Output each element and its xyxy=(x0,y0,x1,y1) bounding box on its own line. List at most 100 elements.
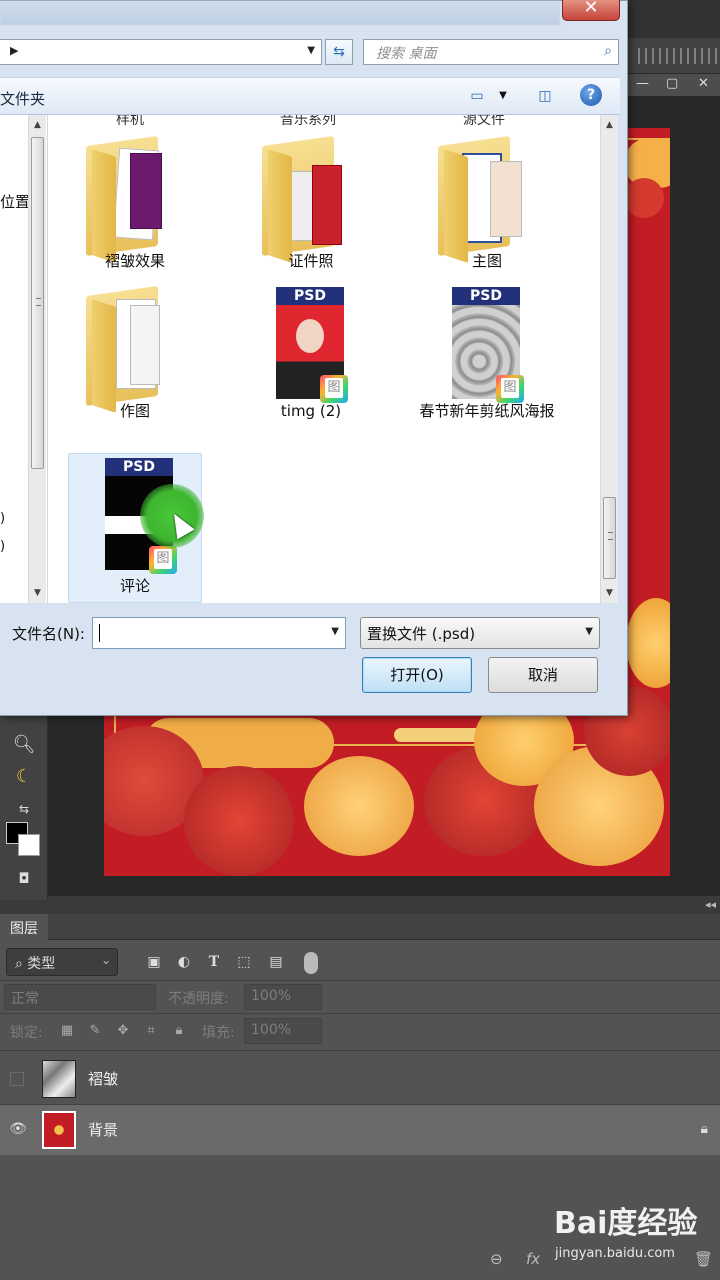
eye-icon[interactable]: 👁︎ xyxy=(8,1121,28,1139)
image-badge-icon xyxy=(496,375,524,403)
filter-kind-label: 类型 xyxy=(27,956,56,972)
banana-icon[interactable]: ☾ xyxy=(0,762,48,792)
search-icon: ⌕ xyxy=(604,43,612,59)
new-folder-button[interactable]: 文件夹 xyxy=(0,88,45,109)
filename-label: 文件名(N): xyxy=(12,625,85,643)
nav-item-label[interactable]: 位置 xyxy=(0,191,30,212)
file-list: 样机 音乐系列 源文件 褶皱效果 证件照 主图 作图 PSD 图 timg (2… xyxy=(48,115,600,603)
lock-brush-icon[interactable]: ✎ xyxy=(86,1022,104,1040)
scroll-thumb[interactable] xyxy=(603,497,616,579)
folder-icon xyxy=(262,135,352,263)
lock-all-icon[interactable]: 🔒︎ xyxy=(170,1022,188,1040)
folder-item[interactable]: 证件照 xyxy=(244,129,378,279)
shape-filter-icon[interactable]: ⬚ xyxy=(234,952,254,972)
layer-name: 褶皱 xyxy=(88,1070,119,1088)
scroll-down-icon[interactable]: ▼ xyxy=(601,585,618,601)
pixel-filter-icon[interactable]: ▣ xyxy=(144,952,164,972)
adjustment-filter-icon[interactable]: ◐ xyxy=(174,952,194,972)
chevron-right-icon: ▶ xyxy=(10,44,19,57)
chevron-down-icon[interactable]: ▼ xyxy=(492,86,514,106)
folder-item[interactable]: 主图 xyxy=(420,129,554,279)
peony-flowers xyxy=(104,686,670,876)
layer-name: 背景 xyxy=(88,1121,119,1139)
file-name: 褶皱效果 xyxy=(104,252,165,270)
visibility-toggle[interactable] xyxy=(10,1072,24,1086)
file-name: 春节新年剪纸风海报 xyxy=(419,402,555,420)
lock-icon: 🔒︎ xyxy=(700,1121,708,1137)
search-input[interactable]: 搜索 桌面 ⌕ xyxy=(363,39,619,65)
nav-item-fragment: ) xyxy=(0,539,6,554)
filter-toggle[interactable] xyxy=(304,952,318,974)
panel-collapse-bar[interactable]: ◂◂ xyxy=(0,898,720,914)
file-list-scrollbar[interactable]: ▲ ▼ xyxy=(600,115,618,603)
image-badge-icon xyxy=(149,546,177,574)
cut-off-label: 源文件 xyxy=(463,115,505,128)
background-color[interactable] xyxy=(18,834,40,856)
open-file-dialog: ✕ ▶ ▼ ⇆ 搜索 桌面 ⌕ 文件夹 ▭ ▼ ◫ ? 位置 ) ) ▲ ▼ 样… xyxy=(0,0,628,716)
search-icon: ⌕ xyxy=(15,956,28,972)
divider xyxy=(0,1050,720,1051)
layer-row-background[interactable]: 👁︎ 背景 🔒︎ xyxy=(0,1105,720,1155)
tab-layers[interactable]: 图层 xyxy=(0,914,48,940)
lock-artboard-icon[interactable]: ⌗ xyxy=(142,1022,160,1040)
fx-icon[interactable]: fx xyxy=(526,1250,540,1268)
close-button[interactable]: ✕ xyxy=(562,0,620,21)
psd-label: PSD xyxy=(276,287,344,305)
divider xyxy=(0,980,720,981)
smart-object-filter-icon[interactable]: ▤ xyxy=(266,952,286,972)
layers-footer: ⊖ fx 🗑︎ xyxy=(0,1240,720,1280)
chevron-down-icon: ▼ xyxy=(585,626,593,637)
nav-item-fragment: ) xyxy=(0,511,6,526)
fill-label: 填充: xyxy=(202,1025,235,1041)
file-type-select[interactable]: 置换文件 (.psd) ▼ xyxy=(360,617,600,649)
folder-icon xyxy=(86,135,176,263)
blend-row: 正常 不透明度: 100% xyxy=(0,982,720,1012)
type-filter-icon[interactable]: T xyxy=(204,952,224,972)
nav-scrollbar[interactable]: ▲ ▼ xyxy=(28,115,46,603)
help-icon[interactable]: ? xyxy=(580,84,602,106)
fill-field[interactable]: 100% xyxy=(244,1018,322,1044)
link-icon[interactable]: ⊖ xyxy=(490,1250,503,1268)
swap-colors-icon[interactable]: ⇆ xyxy=(0,794,48,824)
text-cursor xyxy=(99,624,100,642)
address-bar[interactable]: ▶ ▼ xyxy=(0,39,322,65)
filename-input[interactable]: ▼ xyxy=(92,617,346,649)
close-icon[interactable]: ✕ xyxy=(698,76,709,91)
blend-mode-select[interactable]: 正常 xyxy=(4,984,156,1010)
scroll-down-icon[interactable]: ▼ xyxy=(29,585,46,601)
scroll-up-icon[interactable]: ▲ xyxy=(601,117,618,133)
zoom-tool-icon[interactable]: 🔍︎ xyxy=(0,730,48,760)
ps-align-toolbar xyxy=(628,38,720,74)
psd-file-item[interactable]: PSD timg (2) xyxy=(244,279,378,429)
search-placeholder: 搜索 桌面 xyxy=(376,46,437,62)
collapse-icon[interactable]: ◂◂ xyxy=(705,898,716,911)
file-name: 主图 xyxy=(471,252,502,270)
open-button[interactable]: 打开(O) xyxy=(362,657,472,693)
psd-file-item[interactable]: PSD 春节新年剪纸风海报 xyxy=(419,279,555,429)
preview-pane-icon[interactable]: ◫ xyxy=(534,86,556,106)
minimize-icon[interactable]: — xyxy=(636,76,649,91)
folder-item[interactable]: 褶皱效果 xyxy=(68,129,202,279)
lock-position-icon[interactable]: ✥ xyxy=(114,1022,132,1040)
chevron-down-icon[interactable]: ▼ xyxy=(331,626,339,637)
folder-icon xyxy=(86,285,176,413)
scroll-up-icon[interactable]: ▲ xyxy=(29,117,46,133)
opacity-field[interactable]: 100% xyxy=(244,984,322,1010)
align-icons[interactable] xyxy=(638,48,718,64)
lock-transparency-icon[interactable]: ▦ xyxy=(58,1022,76,1040)
trash-icon[interactable]: 🗑︎ xyxy=(694,1250,713,1268)
quick-mask-icon[interactable]: ◘ xyxy=(0,864,48,894)
chevron-down-icon[interactable]: ▼ xyxy=(307,45,315,56)
restore-icon[interactable]: ▢ xyxy=(666,76,678,91)
psd-thumbnail: PSD xyxy=(452,287,524,403)
cancel-button[interactable]: 取消 xyxy=(488,657,598,693)
file-name: 作图 xyxy=(119,402,150,420)
layer-row-wrinkle[interactable]: 褶皱 xyxy=(0,1054,720,1104)
scroll-thumb[interactable] xyxy=(31,137,44,469)
psd-label: PSD xyxy=(105,458,173,476)
folder-item[interactable]: 作图 xyxy=(68,279,202,429)
view-options-icon[interactable]: ▭ xyxy=(466,86,488,106)
filter-kind-select[interactable]: ⌕ 类型 ⌄ xyxy=(6,948,118,976)
refresh-icon[interactable]: ⇆ xyxy=(325,39,353,65)
navigation-pane: 位置 ) ) ▲ ▼ xyxy=(0,115,48,603)
